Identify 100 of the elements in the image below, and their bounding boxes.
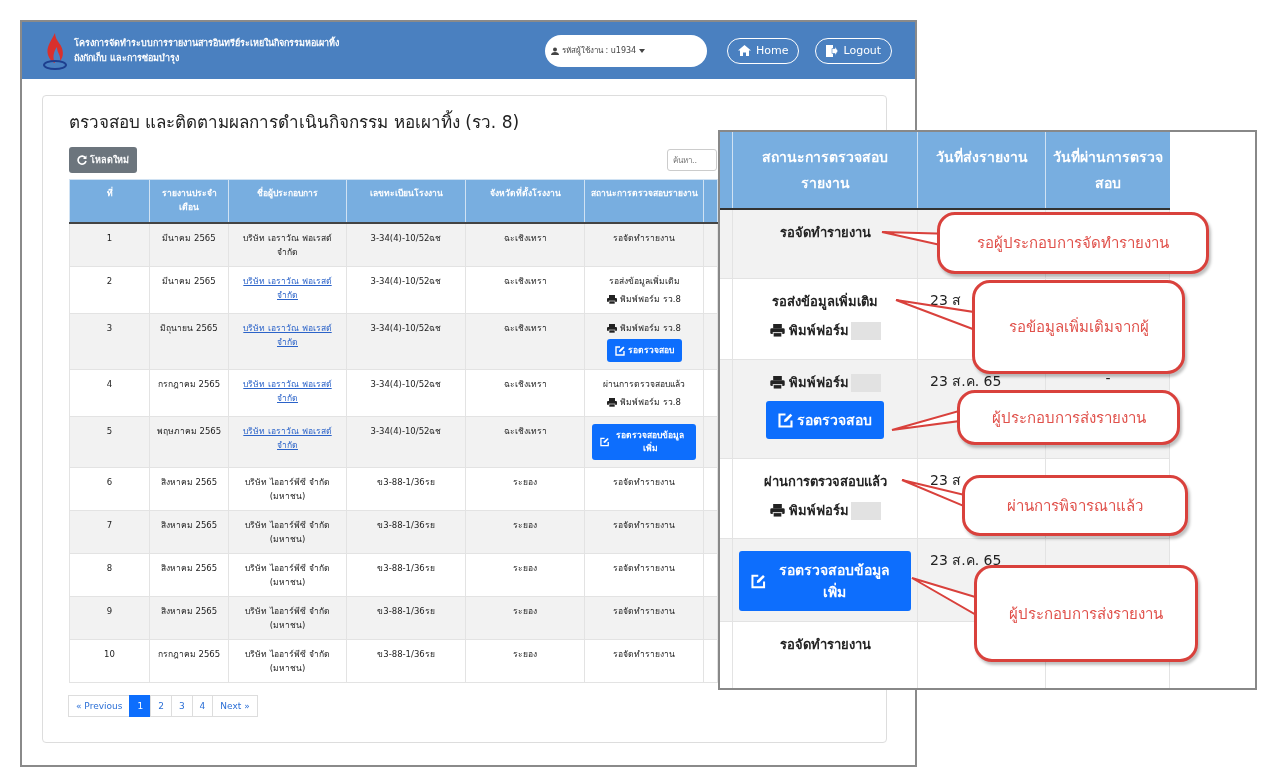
table-cell: สิงหาคม 2565 (160, 606, 218, 616)
table-cell: 8 (106, 563, 113, 573)
next-link[interactable]: Next » (212, 695, 258, 717)
table-cell: พฤษภาคม 2565 (156, 426, 222, 436)
printer-icon (607, 397, 618, 407)
table-cell: 10 (104, 649, 115, 659)
table-cell-text: บริษัท ไออาร์พีซี จำกัด (มหาชน) (244, 605, 331, 632)
print-form-link[interactable]: พิมพ์ฟอร์ม รว.8 (607, 292, 681, 306)
table-cell: 3-34(4)-10/52ฉช (370, 426, 442, 436)
print-form-link[interactable]: พิมพ์ฟอร์ม (769, 320, 849, 341)
table-cell: ฉะเชิงเทรา (503, 323, 547, 333)
column-header: ชื่อผู้ประกอบการ (228, 179, 347, 223)
table-cell: สิงหาคม 2565 (160, 477, 218, 487)
print-form-link[interactable]: พิมพ์ฟอร์ม (769, 500, 849, 521)
table-cell: 3-34(4)-10/52ฉช (370, 233, 442, 243)
table-cell: 7 (106, 520, 113, 530)
status-text: รอจัดทำรายงาน (613, 232, 675, 245)
table-cell: ระยอง (513, 477, 537, 487)
table-cell: ข3-88-1/36รย (377, 477, 435, 487)
review-button[interactable]: รอตรวจสอบข้อมูลเพิ่ม (592, 424, 696, 460)
print-form-link[interactable]: พิมพ์ฟอร์ม รว.8 (607, 395, 681, 409)
table-cell: 23 ส (930, 472, 962, 488)
table-cell: ข3-88-1/36รย (377, 606, 435, 616)
print-form-link[interactable]: พิมพ์ฟอร์ม รว.8 (607, 321, 681, 335)
status-text: รอส่งข้อมูลเพิ่มเติม (772, 291, 878, 312)
callout-text: ผู้ประกอบการส่งรายงาน (1009, 603, 1163, 625)
table-cell-text: บริษัท ไออาร์พีซี จำกัด (มหาชน) (244, 562, 331, 589)
table-cell: ฉะเชิงเทรา (503, 379, 547, 389)
status-text: ผ่านการตรวจสอบแล้ว (763, 473, 887, 491)
system-title: โครงการจัดทำระบบการรายงานสารอินทรีย์ระเหยในกิจกรรมหอเผาทิ้ง (74, 35, 340, 50)
table-cell: - (1105, 370, 1111, 386)
table-cell: ระยอง (513, 520, 537, 530)
column-header: วันที่ผ่านการตรวจสอบ (1045, 132, 1170, 208)
table-cell: ระยอง (513, 563, 537, 573)
printer-icon (769, 376, 785, 389)
redacted-block (850, 501, 881, 520)
edit-icon (614, 345, 625, 356)
caret-icon (639, 48, 646, 53)
system-title: ถังกักเก็บ และการซ่อมบำรุง (74, 50, 181, 66)
status-text: ผ่านการตรวจสอบแล้ว (603, 378, 685, 391)
table-cell: ระยอง (513, 649, 537, 659)
logout-icon (826, 44, 839, 57)
printer-icon (607, 294, 618, 304)
table-cell: มีนาคม 2565 (162, 276, 216, 286)
table-cell: 1 (106, 233, 113, 243)
table-cell: กรกฎาคม 2565 (157, 379, 221, 389)
page-link[interactable]: 3 (170, 695, 193, 717)
table-cell: 3 (106, 323, 113, 333)
table-cell: ฉะเชิงเทรา (503, 426, 547, 436)
page-title: ตรวจสอบ และติดตามผลการดำเนินกิจกรรม หอเผาทิ้ง (รว. 8) (69, 109, 521, 134)
status-text: รอจัดทำรายงาน (613, 562, 675, 575)
table-cell: 3-34(4)-10/52ฉช (370, 276, 442, 286)
table-cell: 2 (106, 276, 113, 286)
column-header: สถานะการตรวจสอบรายงาน (584, 179, 704, 223)
table-cell: 9 (106, 606, 113, 616)
user-menu[interactable]: รหัสผู้ใช้งาน : u1934 (545, 34, 707, 67)
table-cell: ฉะเชิงเทรา (503, 276, 547, 286)
review-button[interactable]: รอตรวจสอบ (606, 339, 682, 362)
column-header: วันที่ส่งรายงาน (917, 132, 1045, 208)
table-cell: ข3-88-1/36รย (377, 563, 435, 573)
refresh-icon (77, 155, 87, 165)
table-cell: 23 ส.ค. 65 (930, 552, 1002, 568)
table-cell: 6 (106, 477, 113, 487)
printer-icon (769, 504, 785, 517)
column-header: สถานะการตรวจสอบรายงาน (732, 132, 917, 208)
column-header: ที่ (69, 179, 150, 223)
table-cell: มีนาคม 2565 (162, 233, 216, 243)
printer-icon (769, 324, 785, 337)
edit-icon (751, 573, 766, 589)
reload-button[interactable]: โหลดใหม่ (69, 147, 137, 173)
page-link[interactable]: 2 (150, 695, 172, 717)
table-cell: 23 ส (930, 292, 962, 308)
printer-icon (607, 323, 618, 333)
status-text: รอจัดทำรายงาน (613, 476, 675, 489)
table-cell: ระยอง (513, 606, 537, 616)
column-header: จังหวัดที่ตั้งโรงงาน (465, 179, 585, 223)
table-cell: 4 (106, 379, 113, 389)
status-text: รอจัดทำรายงาน (613, 605, 675, 618)
table-cell: ข3-88-1/36รย (377, 649, 435, 659)
user-icon (551, 46, 559, 55)
edit-icon (778, 412, 793, 428)
table-cell-text: บริษัท เอราวัณ ฟอเรสต์ จำกัด (242, 232, 333, 259)
review-button[interactable]: รอตรวจสอบข้อมูลเพิ่ม (739, 551, 911, 611)
edit-icon (600, 437, 610, 447)
table-cell: สิงหาคม 2565 (160, 520, 218, 530)
callout-text: ผู้ประกอบการส่งรายงาน (991, 407, 1146, 429)
status-text: รอส่งข้อมูลเพิ่มเติม (608, 274, 680, 288)
search-field[interactable]: ค้นหา.. (667, 149, 717, 171)
print-form-link[interactable]: พิมพ์ฟอร์ม (769, 372, 849, 393)
review-button[interactable]: รอตรวจสอบ (766, 401, 884, 439)
table-cell: ฉะเชิงเทรา (503, 233, 547, 243)
table-cell: มิถุนายน 2565 (160, 323, 218, 333)
home-icon (738, 45, 751, 56)
page-link[interactable]: 1 (129, 695, 152, 717)
status-text: รอจัดทำรายงาน (613, 648, 675, 661)
table-cell-text: บริษัท ไออาร์พีซี จำกัด (มหาชน) (244, 476, 331, 503)
page-link[interactable]: 4 (191, 695, 214, 717)
table-cell: กรกฎาคม 2565 (157, 649, 221, 659)
status-text: รอจัดทำรายงาน (613, 519, 675, 532)
table-cell: 3-34(4)-10/52ฉช (370, 323, 442, 333)
